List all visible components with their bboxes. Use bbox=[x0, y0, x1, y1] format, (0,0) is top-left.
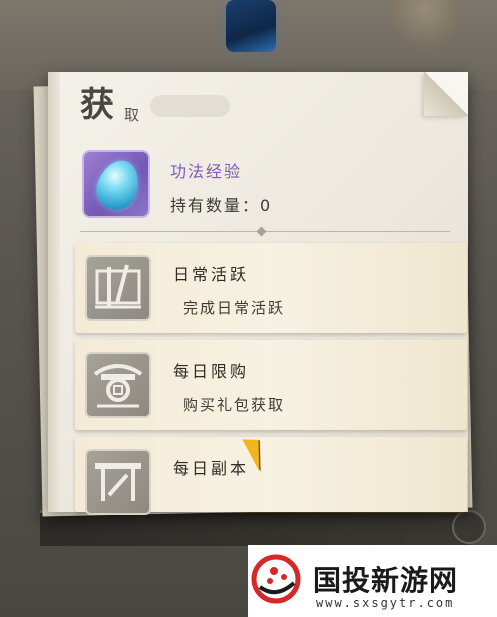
watermark-logo-icon bbox=[250, 553, 302, 605]
item-count-label: 持有数量： bbox=[170, 196, 261, 215]
droplet-gem-icon bbox=[90, 154, 146, 216]
panel-title-sub: 取 bbox=[124, 106, 140, 124]
item-name: 功法经验 bbox=[170, 162, 243, 181]
page-corner-fold-icon bbox=[424, 72, 468, 116]
background-round-button bbox=[452, 510, 486, 544]
source-desc: 完成日常活跃 bbox=[183, 299, 286, 317]
source-title: 每日限购 bbox=[173, 362, 250, 381]
source-desc: 购买礼包获取 bbox=[183, 396, 286, 414]
watermark-url: www.sxsgytr.com bbox=[316, 596, 455, 610]
item-icon-frame bbox=[82, 150, 150, 218]
source-card-daily-activity[interactable]: 日常活跃 完成日常活跃 bbox=[75, 243, 467, 333]
item-count-row: 持有数量：0 bbox=[170, 192, 272, 216]
item-count-value: 0 bbox=[260, 196, 273, 215]
source-card-daily-limited[interactable]: 每日限购 购买礼包获取 bbox=[75, 340, 467, 430]
dungeon-gate-icon bbox=[85, 449, 151, 515]
scroll-brush-icon bbox=[85, 255, 151, 321]
background-gem-icon bbox=[226, 0, 276, 52]
shop-pavilion-icon bbox=[85, 352, 151, 418]
source-card-daily-dungeon[interactable]: 每日副本 bbox=[75, 437, 467, 515]
cloud-decoration-icon bbox=[150, 95, 230, 117]
watermark-brand: 国投新游网 bbox=[313, 564, 459, 597]
source-title: 每日副本 bbox=[173, 459, 250, 478]
panel-title: 获 bbox=[80, 85, 114, 125]
source-title: 日常活跃 bbox=[173, 265, 250, 284]
